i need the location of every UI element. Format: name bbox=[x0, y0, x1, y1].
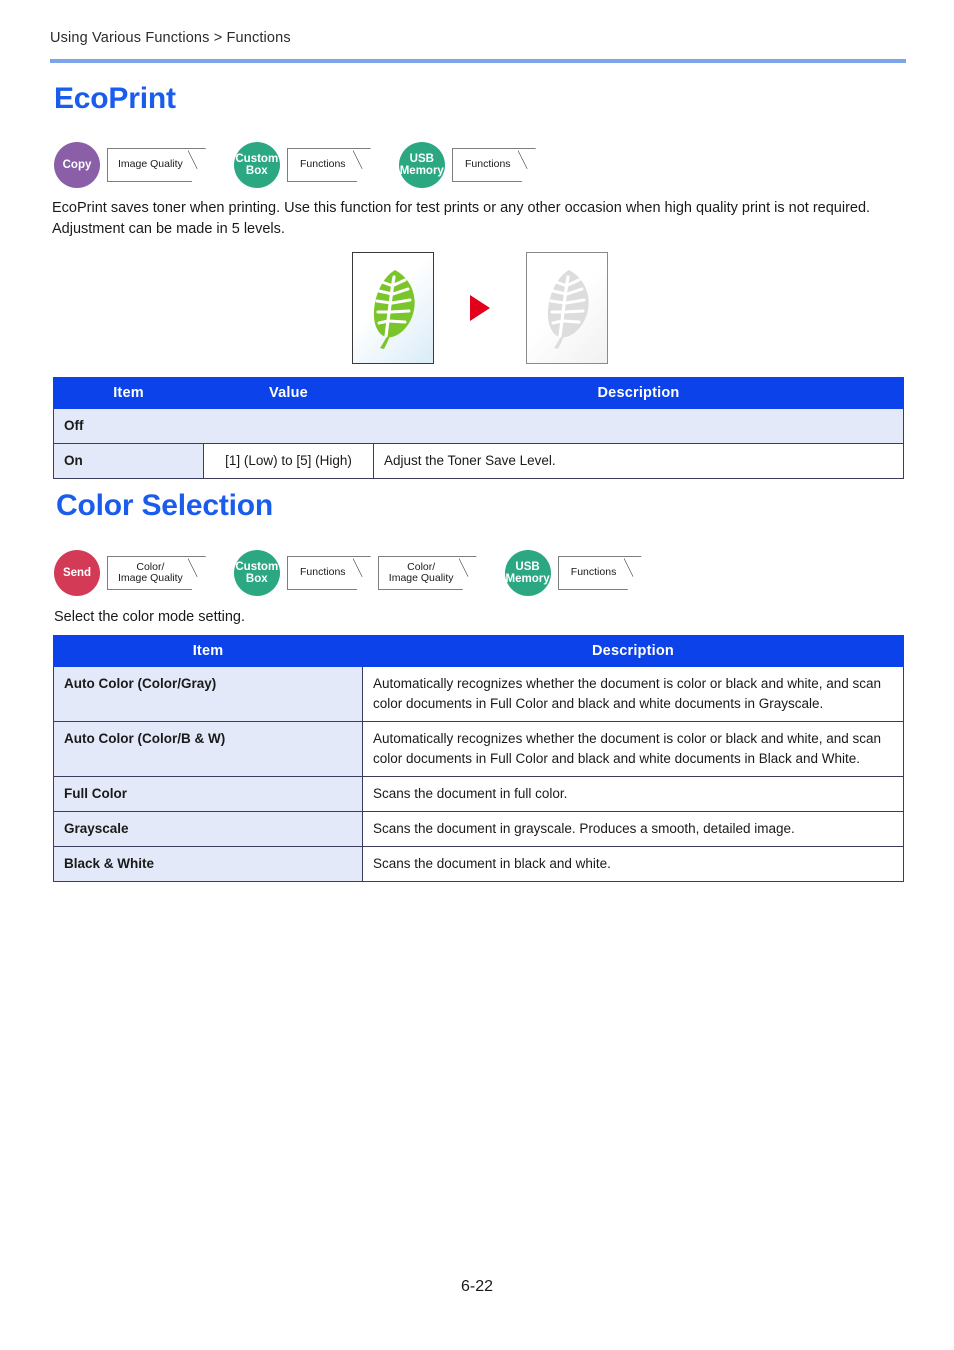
column-header-description: Description bbox=[373, 377, 904, 409]
badge-tag-line: Image Quality bbox=[118, 158, 183, 171]
cell-item: Grayscale bbox=[53, 811, 363, 847]
badge-tag-color-image-quality: Color/ Image Quality bbox=[378, 556, 477, 590]
column-header-description: Description bbox=[362, 635, 904, 667]
badge-circle-usb-memory: USB Memory bbox=[504, 550, 551, 596]
badge-group-usb-memory: USB Memory Functions bbox=[504, 550, 642, 596]
ecoprint-table: Item Value Description Off On [1] (Low) … bbox=[53, 377, 904, 479]
cell-item: Auto Color (Color/B & W) bbox=[53, 721, 363, 777]
badge-circle-line: Copy bbox=[62, 159, 92, 171]
badge-tag-color-image-quality: Color/ Image Quality bbox=[107, 556, 206, 590]
table-row: Grayscale Scans the document in grayscal… bbox=[53, 811, 904, 847]
badge-tag-line: Functions bbox=[300, 566, 346, 579]
table-row: Auto Color (Color/B & W) Automatically r… bbox=[53, 721, 904, 777]
cell-value: [1] (Low) to [5] (High) bbox=[203, 443, 374, 479]
leaf-card-before bbox=[352, 252, 434, 364]
table-row: Full Color Scans the document in full co… bbox=[53, 776, 904, 812]
cell-description: Scans the document in grayscale. Produce… bbox=[362, 811, 904, 847]
cell-item: Full Color bbox=[53, 776, 363, 812]
column-header-item: Item bbox=[53, 635, 363, 667]
badge-row-ecoprint: Copy Image Quality Custom Box Functions … bbox=[54, 142, 536, 188]
badge-circle-usb-memory: USB Memory bbox=[398, 142, 445, 188]
cell-description: Automatically recognizes whether the doc… bbox=[362, 666, 904, 722]
paragraph-ecoprint: EcoPrint saves toner when printing. Use … bbox=[52, 200, 871, 237]
running-header: Using Various Functions > Functions bbox=[50, 30, 906, 46]
badge-circle-line: USB bbox=[515, 561, 540, 573]
page-number: 6-22 bbox=[460, 1278, 494, 1295]
badge-group-send: Send Color/ Image Quality bbox=[54, 550, 206, 596]
badge-circle-line: Box bbox=[245, 165, 268, 177]
badge-group-copy: Copy Image Quality bbox=[54, 142, 206, 188]
badge-tag-line: Functions bbox=[570, 566, 617, 579]
cell-description: Scans the document in full color. bbox=[362, 776, 904, 812]
breadcrumb: Using Various Functions > Functions bbox=[50, 30, 291, 46]
cell-description: Scans the document in black and white. bbox=[362, 846, 904, 882]
cell-item: Off bbox=[53, 408, 904, 444]
badge-tag-image-quality: Image Quality bbox=[107, 148, 206, 182]
color-selection-table: Item Description Auto Color (Color/Gray)… bbox=[53, 635, 904, 882]
column-header-value: Value bbox=[203, 377, 374, 409]
cell-item: On bbox=[53, 443, 204, 479]
paragraph-color-selection: Select the color mode setting. bbox=[54, 609, 246, 625]
leaf-card-after bbox=[526, 252, 608, 364]
badge-tag-functions: Functions bbox=[287, 148, 371, 182]
table-row: On [1] (Low) to [5] (High) Adjust the To… bbox=[53, 443, 904, 479]
badge-tag-functions: Functions bbox=[452, 148, 536, 182]
badge-circle-custom-box: Custom Box bbox=[233, 550, 280, 596]
table-row: Auto Color (Color/Gray) Automatically re… bbox=[53, 666, 904, 722]
badge-group-custom-box: Custom Box Functions Color/ Image Qualit… bbox=[233, 550, 477, 596]
cell-description: Automatically recognizes whether the doc… bbox=[362, 721, 904, 777]
badge-tag-line: Image Quality bbox=[388, 572, 454, 584]
document-page: Using Various Functions > Functions EcoP… bbox=[0, 0, 954, 1350]
badge-tag-line: Functions bbox=[465, 158, 511, 171]
badge-circle-line: Box bbox=[245, 573, 268, 585]
badge-group-usb-memory: USB Memory Functions bbox=[398, 142, 536, 188]
badge-circle-line: Memory bbox=[505, 573, 550, 585]
table-row: Off bbox=[53, 408, 904, 444]
badge-tag-line: Image Quality bbox=[118, 572, 183, 584]
badge-circle-line: Send bbox=[62, 567, 92, 579]
badge-circle-custom-box: Custom Box bbox=[233, 142, 280, 188]
table-header-row: Item Value Description bbox=[53, 377, 904, 409]
column-header-item: Item bbox=[53, 377, 204, 409]
right-arrow-icon bbox=[470, 295, 490, 321]
header-rule bbox=[50, 59, 906, 63]
arrow-separator bbox=[434, 295, 526, 321]
badge-circle-send: Send bbox=[54, 550, 100, 596]
badge-circle-copy: Copy bbox=[54, 142, 100, 188]
badge-row-color-selection: Send Color/ Image Quality Custom Box Fun… bbox=[54, 550, 642, 596]
badge-circle-line: Memory bbox=[399, 165, 444, 177]
badge-circle-line: USB bbox=[409, 153, 434, 165]
badge-circle-line: Custom bbox=[235, 153, 279, 165]
ecoprint-illustration bbox=[352, 249, 612, 367]
badge-group-custom-box: Custom Box Functions bbox=[233, 142, 371, 188]
page-title-color-selection: Color Selection bbox=[56, 489, 274, 522]
page-title-ecoprint: EcoPrint bbox=[54, 82, 176, 115]
cell-item: Black & White bbox=[53, 846, 363, 882]
table-row: Black & White Scans the document in blac… bbox=[53, 846, 904, 882]
badge-circle-line: Custom bbox=[235, 561, 279, 573]
badge-tag-line: Functions bbox=[300, 158, 346, 171]
cell-item: Auto Color (Color/Gray) bbox=[53, 666, 363, 722]
badge-tag-functions: Functions bbox=[558, 556, 642, 590]
table-header-row: Item Description bbox=[53, 635, 904, 667]
badge-tag-functions: Functions bbox=[287, 556, 371, 590]
cell-description: Adjust the Toner Save Level. bbox=[373, 443, 904, 479]
